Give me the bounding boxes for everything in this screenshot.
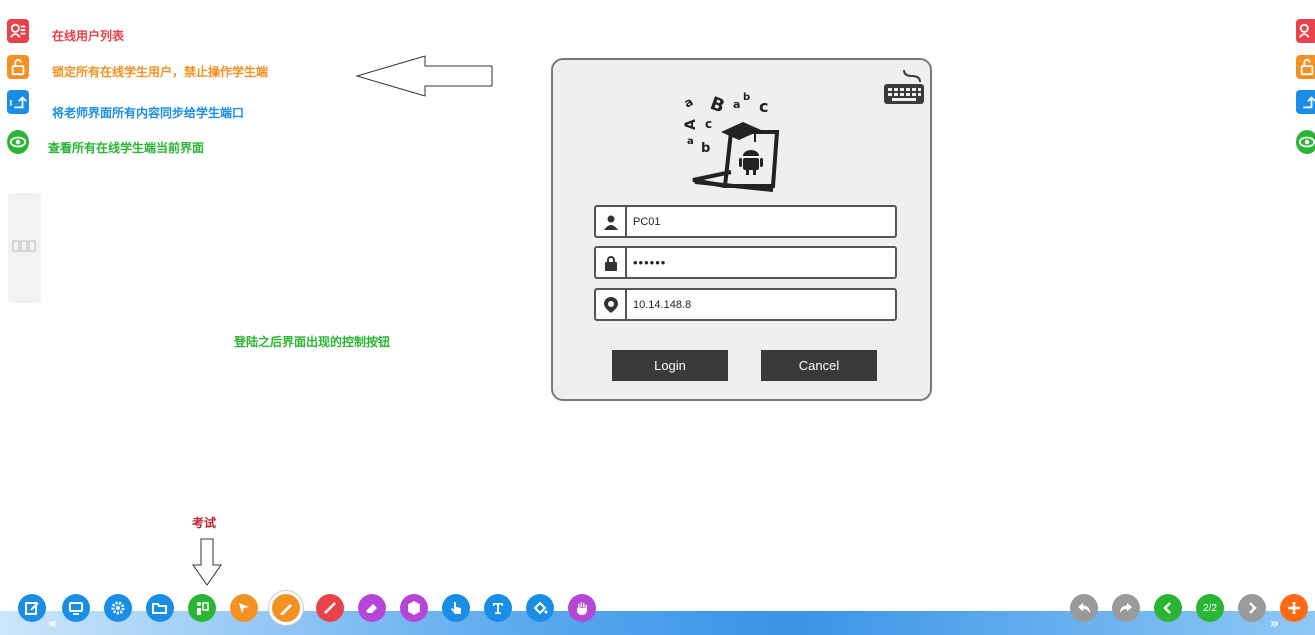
shape-button[interactable] xyxy=(400,594,428,622)
eraser-icon xyxy=(366,604,377,613)
side-panel-handle[interactable] xyxy=(8,193,41,303)
svg-text:a: a xyxy=(687,136,694,147)
pan-button[interactable] xyxy=(568,594,596,622)
columns-icon xyxy=(12,240,36,252)
exam-button[interactable] xyxy=(188,594,216,622)
edit-button[interactable] xyxy=(18,594,46,622)
legend-online-users: 在线用户列表 xyxy=(52,29,125,43)
svg-text:b: b xyxy=(743,92,750,103)
location-pin-icon xyxy=(603,296,618,313)
page-indicator-label: 2/2 xyxy=(1203,602,1217,614)
legend-lock-students: 锁定所有在线学生用户，禁止操作学生端 xyxy=(52,65,269,79)
user-list-icon xyxy=(1299,23,1310,38)
server-ip-field[interactable]: 10.14.148.8 xyxy=(594,288,897,321)
eye-icon xyxy=(1298,136,1315,148)
collapse-right-chevron[interactable]: » xyxy=(1270,616,1279,632)
unlock-icon xyxy=(1300,58,1314,76)
password-field[interactable]: •••••• xyxy=(594,246,897,279)
login-button[interactable]: Login xyxy=(612,350,728,381)
left-arrow-annotation xyxy=(355,55,493,97)
hexagon-icon xyxy=(408,601,420,615)
down-arrow-annotation xyxy=(192,538,222,586)
chevron-right-icon xyxy=(1249,602,1257,614)
line-button[interactable] xyxy=(316,594,344,622)
keyboard-icon[interactable] xyxy=(880,66,928,106)
pointer-icon xyxy=(239,603,249,613)
undo-button[interactable] xyxy=(1070,594,1098,622)
settings-button[interactable] xyxy=(104,594,132,622)
legend-view-screens: 查看所有在线学生端当前界面 xyxy=(48,141,205,155)
upload-sync-icon xyxy=(1303,96,1315,109)
app-logo-icon: a B a b c A c a b xyxy=(682,92,780,192)
sync-to-students-button-right[interactable] xyxy=(1296,90,1315,114)
control-buttons-note: 登陆之后界面出现的控制按钮 xyxy=(234,335,391,349)
redo-button[interactable] xyxy=(1112,594,1140,622)
legend-sync: 将老师界面所有内容同步给学生端口 xyxy=(52,106,245,120)
eraser-button[interactable] xyxy=(358,594,386,622)
collapse-left-chevron[interactable]: « xyxy=(48,616,57,632)
monitor-icon xyxy=(69,602,83,615)
text-icon xyxy=(493,603,503,614)
svg-text:c: c xyxy=(705,117,712,131)
login-dialog: a B a b c A c a b PC01 •••••• 10.14.148.… xyxy=(551,58,932,401)
upload-sync-icon xyxy=(9,96,27,109)
gear-icon xyxy=(111,601,125,615)
cancel-button[interactable]: Cancel xyxy=(761,350,877,381)
open-folder-button[interactable] xyxy=(146,594,174,622)
fill-button[interactable] xyxy=(526,594,554,622)
svg-text:a: a xyxy=(733,98,740,111)
redo-icon xyxy=(1120,603,1132,613)
folder-open-icon xyxy=(152,603,167,614)
online-users-button-right[interactable] xyxy=(1296,19,1315,43)
unlock-icon xyxy=(11,58,25,76)
sync-to-students-button[interactable] xyxy=(7,90,29,114)
next-page-button[interactable] xyxy=(1238,594,1266,622)
svg-text:A: A xyxy=(683,119,699,130)
lock-icon xyxy=(604,255,617,271)
line-icon xyxy=(324,602,336,614)
server-ip-value: 10.14.148.8 xyxy=(633,298,692,311)
paint-bucket-icon xyxy=(533,601,548,615)
plus-icon xyxy=(1288,602,1300,614)
lock-students-button-right[interactable] xyxy=(1296,55,1315,79)
page-indicator: 2/2 xyxy=(1196,594,1224,622)
online-users-button[interactable] xyxy=(7,19,29,43)
screen-button[interactable] xyxy=(62,594,90,622)
svg-text:B: B xyxy=(707,93,727,117)
user-icon xyxy=(603,215,618,230)
svg-text:b: b xyxy=(701,141,710,156)
user-list-icon xyxy=(10,23,26,38)
password-value: •••••• xyxy=(633,255,667,270)
chevron-left-icon xyxy=(1163,602,1171,614)
pointer-button[interactable] xyxy=(230,594,258,622)
hand-icon xyxy=(577,602,587,615)
hand-select-button[interactable] xyxy=(442,594,470,622)
prev-page-button[interactable] xyxy=(1154,594,1182,622)
add-page-button[interactable] xyxy=(1280,594,1308,622)
svg-text:c: c xyxy=(759,97,768,116)
undo-icon xyxy=(1078,603,1090,613)
eye-icon xyxy=(9,136,27,148)
pencil-icon xyxy=(280,604,292,615)
view-student-screens-button[interactable] xyxy=(7,130,29,154)
username-field[interactable]: PC01 xyxy=(594,205,897,238)
text-button[interactable] xyxy=(484,594,512,622)
exam-icon xyxy=(197,602,209,615)
svg-text:a: a xyxy=(682,94,696,110)
edit-icon xyxy=(25,602,39,615)
pen-button[interactable] xyxy=(269,591,303,625)
view-student-screens-button-right[interactable] xyxy=(1296,130,1315,154)
username-value: PC01 xyxy=(633,215,661,228)
exam-note: 考试 xyxy=(192,516,217,530)
lock-students-button[interactable] xyxy=(7,55,29,79)
touch-icon xyxy=(451,602,461,614)
